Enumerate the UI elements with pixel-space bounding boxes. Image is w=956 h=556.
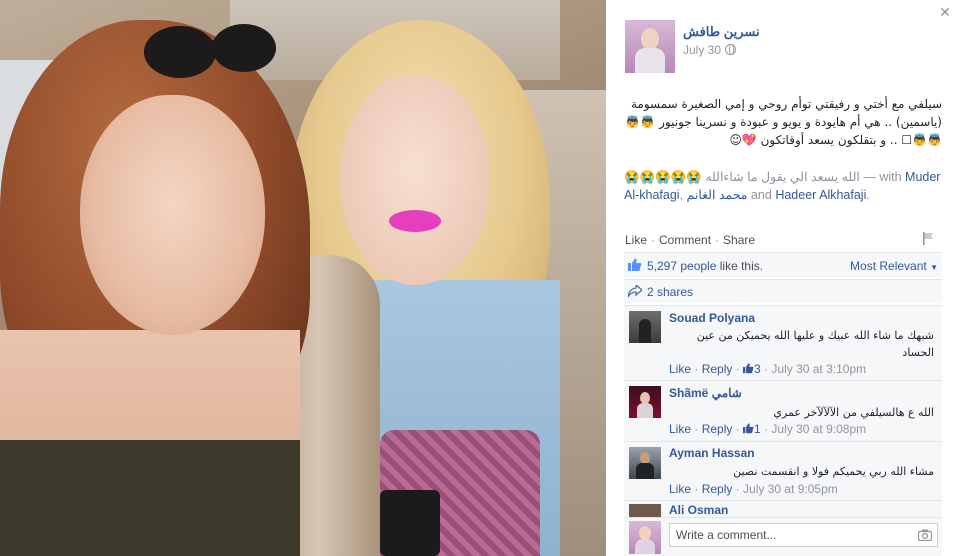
post-photo[interactable] xyxy=(0,0,606,556)
post-date-text[interactable]: July 30 xyxy=(683,43,721,57)
with-tags: 😭😭😭😭😭 الله يسعد الي يقول ما شاءالله — wi… xyxy=(624,170,941,202)
tag-mohammed[interactable]: محمد الغانم xyxy=(687,188,748,202)
comment-item: Souad Polyana شبهك ما شاء الله عبيك و عل… xyxy=(624,305,942,380)
auburn-woman-face xyxy=(80,95,265,335)
tag-hadeer[interactable]: Hadeer Alkhafaji xyxy=(775,188,866,202)
post-date: July 30 xyxy=(683,43,737,57)
comment-like-count[interactable]: 1 xyxy=(754,422,761,436)
comment-like-count[interactable]: 3 xyxy=(754,362,761,376)
flag-icon[interactable] xyxy=(922,232,934,245)
sort-dropdown[interactable]: Most Relevant ▼ xyxy=(850,259,938,273)
and-word: and xyxy=(750,188,772,202)
viewer-avatar xyxy=(629,521,661,554)
avatar-head xyxy=(641,28,659,50)
thumbs-up-icon xyxy=(628,258,642,271)
comment-meta: Like · Reply · July 30 at 9:05pm xyxy=(669,482,838,496)
comment-like-button[interactable]: Like xyxy=(669,422,691,436)
likes-text: 5,297 people like this. xyxy=(647,259,763,273)
chevron-down-icon: ▼ xyxy=(930,263,938,272)
shares-count[interactable]: 2 shares xyxy=(647,285,693,299)
comment-input[interactable] xyxy=(669,523,938,547)
comment-time[interactable]: July 30 at 9:05pm xyxy=(743,482,838,496)
author-name[interactable]: نسرين طافش xyxy=(683,24,760,40)
with-separator: — with xyxy=(863,170,902,184)
commenter-avatar[interactable] xyxy=(629,386,661,418)
sort-label: Most Relevant xyxy=(850,259,927,273)
avatar-head xyxy=(639,526,651,540)
emoji-row: 😭😭😭😭😭 xyxy=(624,170,702,184)
commenter-name[interactable]: Ayman Hassan xyxy=(669,446,755,460)
share-button[interactable]: Share xyxy=(723,233,755,247)
like-button[interactable]: Like xyxy=(625,233,647,247)
close-icon[interactable]: ✕ xyxy=(938,5,952,19)
pink-lips xyxy=(389,210,441,232)
with-text-ar: الله يسعد الي يقول ما شاءالله xyxy=(705,170,860,184)
commenter-avatar[interactable] xyxy=(629,447,661,479)
comment-time[interactable]: July 30 at 9:08pm xyxy=(771,422,866,436)
comment-item: Shãmë شامي الله ع هالسيلفي من الآلآلآخر … xyxy=(624,380,942,441)
comment-meta: Like · Reply · 3 · July 30 at 3:10pm xyxy=(669,362,867,376)
commenter-avatar[interactable] xyxy=(629,311,661,343)
author-avatar[interactable] xyxy=(625,20,675,73)
comment-text: الله ع هالسيلفي من الآلآلآخر عمري xyxy=(773,406,934,419)
likes-count[interactable]: 5,297 people xyxy=(647,259,716,273)
avatar-dress xyxy=(635,48,665,73)
commenter-name[interactable]: Shãmë شامي xyxy=(669,386,742,400)
comment-time[interactable]: July 30 at 3:10pm xyxy=(771,362,866,376)
comment-text: مشاء الله ربي يحميكم فولا و انقسمت نصين xyxy=(733,465,934,478)
comment-like-button[interactable]: Like xyxy=(669,482,691,496)
share-icon xyxy=(628,285,642,298)
sunglasses-icon xyxy=(144,24,276,78)
comment-reply-button[interactable]: Reply xyxy=(702,422,733,436)
post-header: نسرين طافش July 30 xyxy=(625,20,936,76)
green-shirt xyxy=(0,440,300,556)
separator-dot: · xyxy=(715,233,720,247)
thumbs-up-icon xyxy=(743,423,754,434)
post-actions: Like · Comment · Share xyxy=(625,233,755,247)
phone xyxy=(380,490,440,556)
avatar-figure xyxy=(636,463,654,479)
camera-icon[interactable] xyxy=(918,529,932,541)
write-comment-bar xyxy=(624,517,942,556)
comment-reply-button[interactable]: Reply xyxy=(702,362,733,376)
post-text: سيلفي مع أختي و رفيقتي توأم روحي و إمي ا… xyxy=(625,97,942,147)
avatar-figure xyxy=(637,403,653,418)
shares-summary: 2 shares xyxy=(624,279,942,303)
likes-suffix: like this. xyxy=(719,259,764,273)
blonde-woman-face xyxy=(340,75,490,285)
comment-meta: Like · Reply · 1 · July 30 at 9:08pm xyxy=(669,422,867,436)
comment-text: شبهك ما شاء الله عبيك و عليها الله يحميك… xyxy=(696,329,934,359)
comment-reply-button[interactable]: Reply xyxy=(702,482,733,496)
thumbs-up-icon xyxy=(743,363,754,374)
globe-icon xyxy=(725,44,737,55)
comment-button[interactable]: Comment xyxy=(659,233,711,247)
avatar-dress xyxy=(635,539,655,554)
post-panel: ✕ نسرين طافش July 30 سيلفي مع أختي و رفي… xyxy=(606,0,956,556)
comment-item: Ayman Hassan مشاء الله ربي يحميكم فولا و… xyxy=(624,441,942,500)
comment-like-button[interactable]: Like xyxy=(669,362,691,376)
commenter-name[interactable]: Souad Polyana xyxy=(669,311,755,325)
separator-dot: · xyxy=(651,233,656,247)
likes-summary: 5,297 people like this. Most Relevant ▼ xyxy=(624,252,942,277)
commenter-name[interactable]: Ali Osman xyxy=(669,503,728,517)
avatar-figure xyxy=(639,319,651,343)
